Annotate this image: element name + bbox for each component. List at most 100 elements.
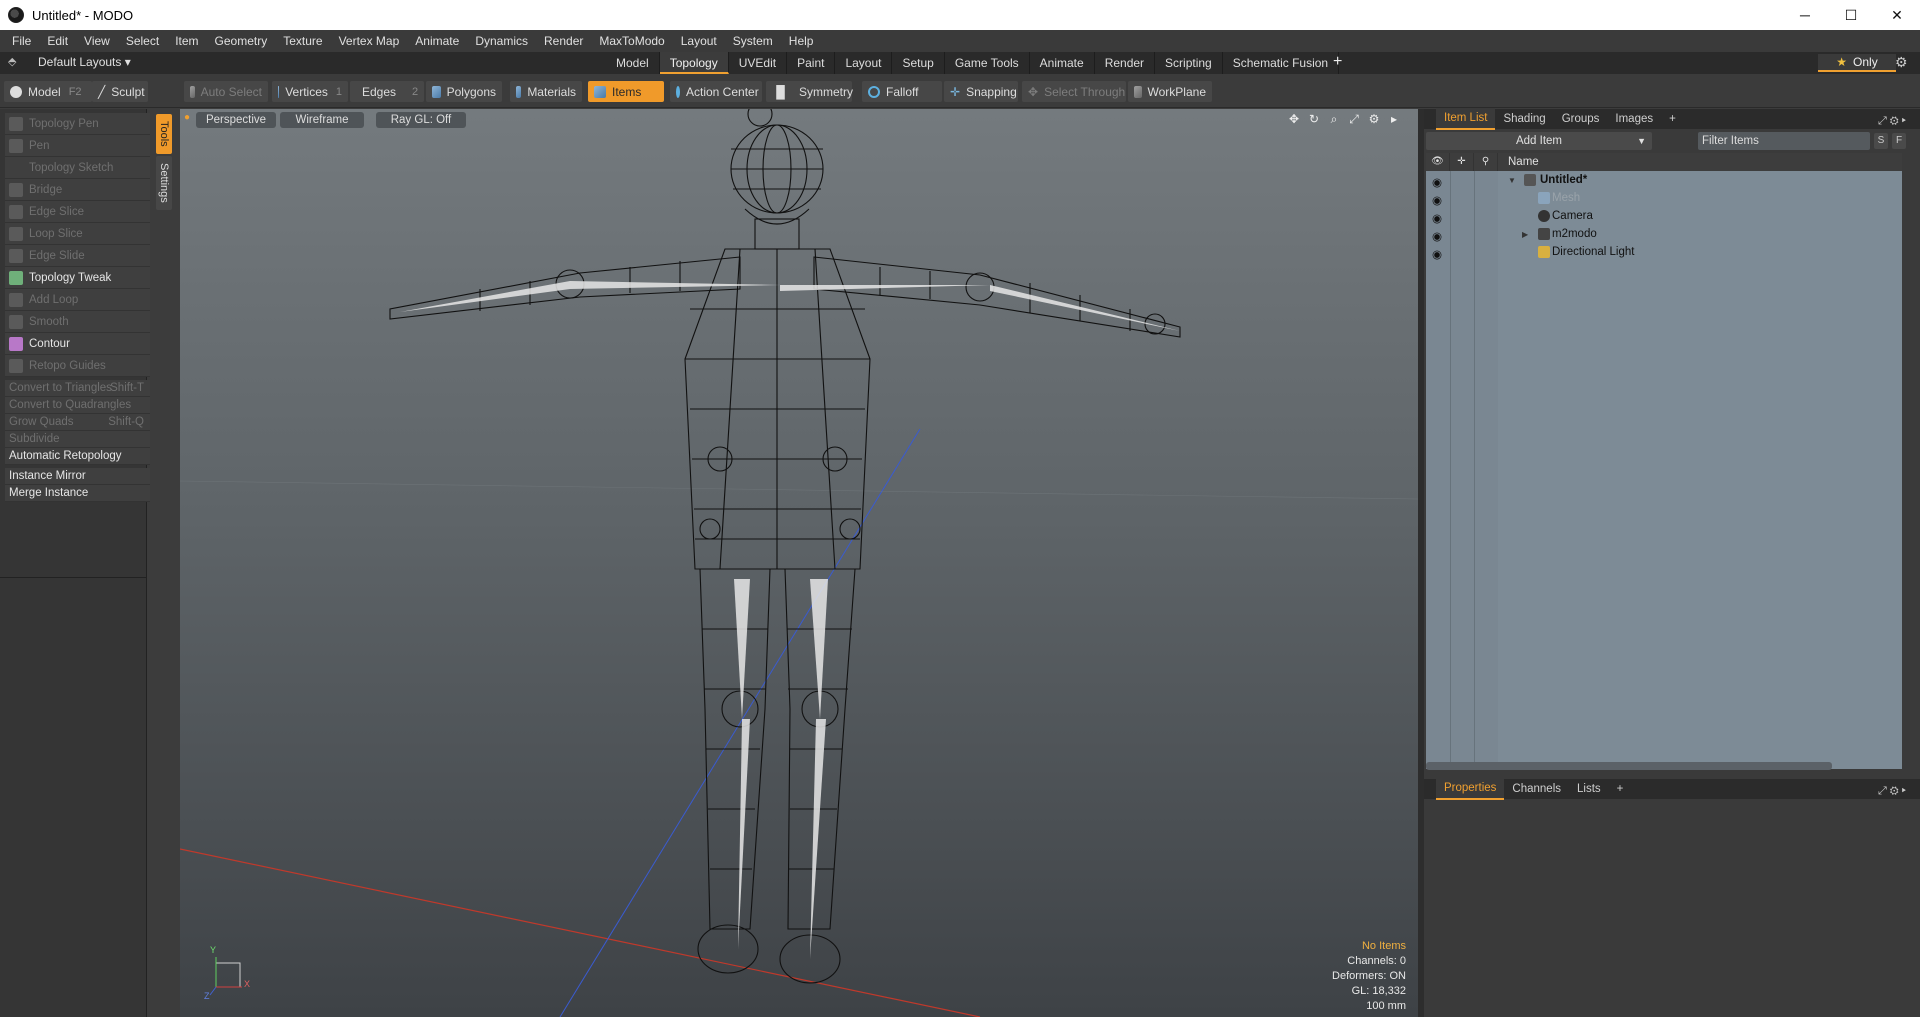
menu-select[interactable]: Select — [118, 34, 167, 48]
tab-render[interactable]: Render — [1095, 52, 1156, 74]
viewport-expand-icon[interactable]: ▸ — [1386, 111, 1402, 127]
tool-topology-sketch[interactable]: Topology Sketch — [5, 157, 150, 179]
symmetry-button[interactable]: ▐▌ Symmetry — [766, 81, 853, 102]
tree-row-mesh[interactable]: ◉ Mesh — [1426, 189, 1902, 207]
menu-edit[interactable]: Edit — [39, 34, 76, 48]
auto-select-button[interactable]: Auto Select — [184, 81, 268, 102]
tab-layout[interactable]: Layout — [835, 52, 893, 74]
tool-topology-pen[interactable]: Topology Pen — [5, 113, 150, 135]
close-button[interactable]: ✕ — [1874, 0, 1920, 30]
tab-groups[interactable]: Groups — [1554, 109, 1608, 129]
tool-bridge[interactable]: Bridge — [5, 179, 150, 201]
tab-animate[interactable]: Animate — [1030, 52, 1095, 74]
eye-icon[interactable]: ◉ — [1432, 193, 1444, 207]
tab-scripting[interactable]: Scripting — [1155, 52, 1223, 74]
menu-render[interactable]: Render — [536, 34, 591, 48]
vertices-button[interactable]: Vertices 1 — [272, 81, 348, 102]
raygl-dropdown[interactable]: Ray GL: Off — [376, 112, 466, 128]
snapping-button[interactable]: ✛ Snapping — [944, 81, 1018, 102]
search-f-button[interactable]: F — [1892, 133, 1906, 149]
collapse-icon[interactable]: ⬘ — [8, 55, 16, 68]
workplane-button[interactable]: WorkPlane — [1128, 81, 1212, 102]
collapse-arrow-icon[interactable]: ▼ — [1508, 176, 1516, 185]
tool-retopo-guides[interactable]: Retopo Guides — [5, 355, 150, 377]
cmd-subdivide[interactable]: Subdivide — [5, 431, 150, 448]
name-column-header[interactable]: Name — [1498, 156, 1539, 168]
tool-pen[interactable]: Pen — [5, 135, 150, 157]
menu-vertex-map[interactable]: Vertex Map — [331, 34, 408, 48]
menu-system[interactable]: System — [725, 34, 781, 48]
pan-icon[interactable]: ✥ — [1286, 111, 1302, 127]
tree-row-directional-light[interactable]: ◉ Directional Light — [1426, 243, 1902, 261]
maximize-button[interactable]: ☐ — [1828, 0, 1874, 30]
tool-loop-slice[interactable]: Loop Slice — [5, 223, 150, 245]
eye-icon[interactable]: ◉ — [1432, 175, 1444, 189]
eye-icon[interactable]: ◉ — [1432, 211, 1444, 225]
add-panel-tab-icon[interactable]: + — [1661, 109, 1684, 129]
tree-row-untitled[interactable]: ◉ ▼ Untitled* — [1426, 171, 1902, 189]
render-column-icon[interactable]: ⚲ — [1474, 153, 1498, 171]
expand-arrow-icon[interactable]: ▶ — [1522, 230, 1528, 239]
menu-geometry[interactable]: Geometry — [207, 34, 276, 48]
cmd-convert-to-triangles[interactable]: Convert to Triangles Shift-T — [5, 380, 150, 397]
polygons-button[interactable]: Polygons — [426, 81, 502, 102]
tree-row-m2modo[interactable]: ◉ ▶ m2modo — [1426, 225, 1902, 243]
tab-topology[interactable]: Topology — [659, 52, 729, 74]
tab-images[interactable]: Images — [1607, 109, 1661, 129]
menu-texture[interactable]: Texture — [275, 34, 330, 48]
tool-edge-slide[interactable]: Edge Slide — [5, 245, 150, 267]
menu-help[interactable]: Help — [781, 34, 822, 48]
visibility-column-icon[interactable]: 👁 — [1426, 153, 1450, 171]
tool-edge-slice[interactable]: Edge Slice — [5, 201, 150, 223]
falloff-button[interactable]: Falloff — [862, 81, 942, 102]
cmd-instance-mirror[interactable]: Instance Mirror — [5, 468, 150, 485]
rotate-icon[interactable]: ↻ — [1306, 111, 1322, 127]
menu-animate[interactable]: Animate — [407, 34, 467, 48]
zoom-icon[interactable]: ⌕ — [1326, 111, 1342, 127]
gear-icon[interactable]: ⚙ — [1895, 54, 1908, 71]
tree-row-camera[interactable]: ◉ Camera — [1426, 207, 1902, 225]
select-through-button[interactable]: ✥ Select Through — [1022, 81, 1126, 102]
tab-game-tools[interactable]: Game Tools — [945, 52, 1030, 74]
3d-viewport[interactable]: ● Perspective Wireframe Ray GL: Off ✥ ↻ … — [180, 109, 1418, 1017]
viewport-menu-icon[interactable]: ● — [184, 112, 190, 123]
tab-properties[interactable]: Properties — [1436, 778, 1505, 800]
panel-options-icon[interactable]: ⤢ ⚙ ▸ — [1870, 111, 1914, 131]
action-center-button[interactable]: Action Center — [670, 81, 762, 102]
tab-tools[interactable]: Tools — [156, 114, 172, 154]
tab-model[interactable]: Model — [606, 52, 660, 74]
lock-column-icon[interactable]: ✛ — [1450, 153, 1474, 171]
menu-view[interactable]: View — [76, 34, 118, 48]
tab-schematic-fusion[interactable]: Schematic Fusion — [1223, 52, 1340, 74]
tool-add-loop[interactable]: Add Loop — [5, 289, 150, 311]
default-layouts-dropdown[interactable]: Default Layouts ▾ — [38, 55, 131, 69]
tool-smooth[interactable]: Smooth — [5, 311, 150, 333]
viewport-settings-icon[interactable]: ⚙ — [1366, 111, 1382, 127]
eye-icon[interactable]: ◉ — [1432, 247, 1444, 261]
tab-setup[interactable]: Setup — [892, 52, 945, 74]
tab-item-list[interactable]: Item List — [1436, 108, 1496, 130]
panel-options-icon[interactable]: ⤢ ⚙ ▸ — [1870, 781, 1914, 801]
tab-uvedit[interactable]: UVEdit — [729, 52, 788, 74]
add-panel-tab-icon[interactable]: + — [1609, 779, 1632, 799]
search-s-button[interactable]: S — [1874, 133, 1888, 149]
items-button[interactable]: Items — [588, 81, 664, 102]
filter-items-input[interactable]: Filter Items — [1698, 132, 1870, 150]
edges-button[interactable]: Edges 2 — [350, 81, 424, 102]
menu-layout[interactable]: Layout — [673, 34, 725, 48]
cmd-grow-quads[interactable]: Grow Quads Shift-Q — [5, 414, 150, 431]
projection-dropdown[interactable]: Perspective — [196, 112, 276, 128]
cmd-convert-to-quadrangles[interactable]: Convert to Quadrangles — [5, 397, 150, 414]
shading-dropdown[interactable]: Wireframe — [280, 112, 364, 128]
cmd-merge-instance[interactable]: Merge Instance — [5, 485, 150, 502]
tool-topology-tweak[interactable]: Topology Tweak — [5, 267, 150, 289]
menu-maxtomodo[interactable]: MaxToModo — [591, 34, 672, 48]
add-item-dropdown[interactable]: Add Item ▼ — [1426, 132, 1652, 150]
tab-shading[interactable]: Shading — [1495, 109, 1553, 129]
menu-dynamics[interactable]: Dynamics — [467, 34, 536, 48]
only-toggle[interactable]: ★ Only — [1818, 54, 1896, 72]
materials-button[interactable]: Materials — [510, 81, 582, 102]
tool-contour[interactable]: Contour — [5, 333, 150, 355]
tab-paint[interactable]: Paint — [787, 52, 836, 74]
minimize-button[interactable]: ─ — [1782, 0, 1828, 30]
